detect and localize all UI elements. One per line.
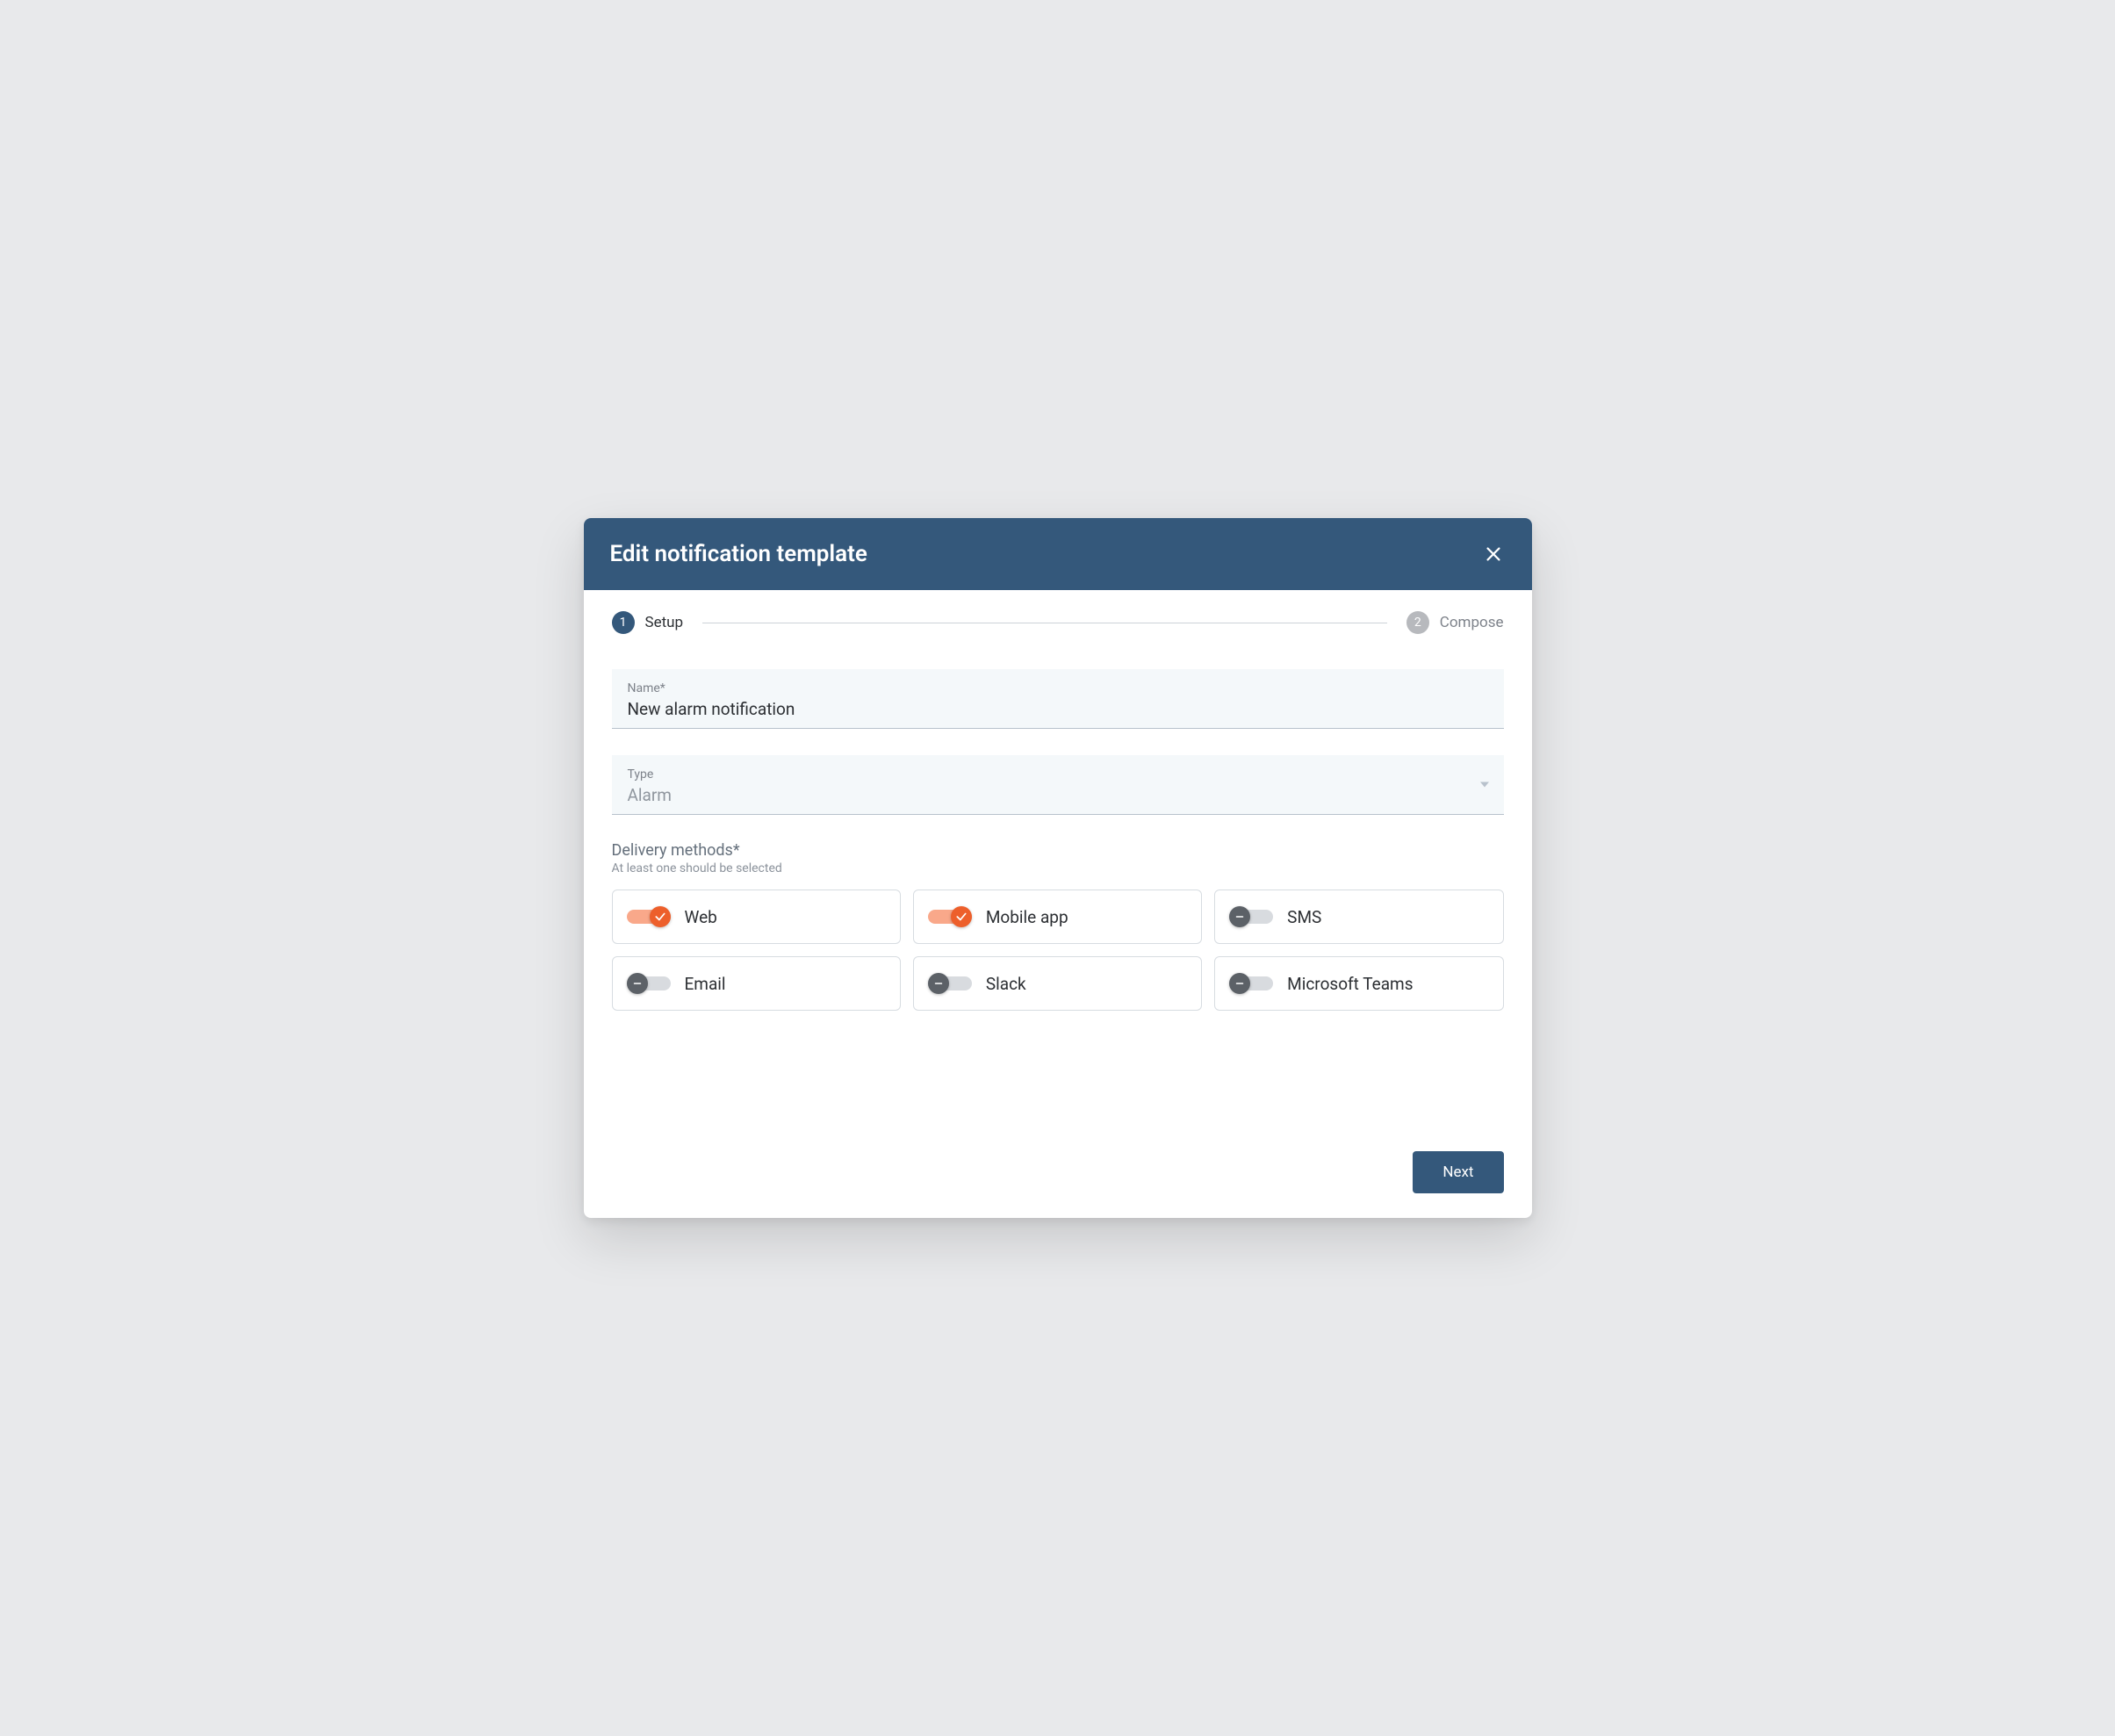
delivery-method-label: SMS — [1287, 907, 1321, 927]
next-button[interactable]: Next — [1413, 1151, 1503, 1193]
delivery-method-label: Email — [685, 974, 726, 994]
minus-icon — [632, 978, 643, 989]
check-icon — [955, 911, 968, 923]
toggle-slack[interactable] — [928, 973, 972, 994]
step-label: Setup — [645, 614, 684, 631]
type-value: Alarm — [628, 785, 1488, 805]
dialog-header: Edit notification template — [584, 518, 1532, 590]
delivery-method-label: Microsoft Teams — [1287, 974, 1413, 994]
delivery-method-mobile-app[interactable]: Mobile app — [913, 890, 1202, 944]
type-field[interactable]: Type Alarm — [612, 755, 1504, 815]
dialog-footer: Next — [584, 1135, 1532, 1218]
delivery-method-label: Slack — [986, 974, 1026, 994]
minus-icon — [1234, 911, 1245, 922]
step-compose[interactable]: 2 Compose — [1406, 611, 1504, 634]
delivery-methods-hint: At least one should be selected — [612, 861, 1504, 875]
toggle-web[interactable] — [627, 906, 671, 927]
dialog-body: 1 Setup 2 Compose Name* Type Alarm Deliv… — [584, 590, 1532, 1135]
minus-icon — [1234, 978, 1245, 989]
toggle-microsoft-teams[interactable] — [1229, 973, 1273, 994]
delivery-method-label: Web — [685, 907, 717, 927]
dialog-title: Edit notification template — [610, 541, 867, 567]
type-label: Type — [628, 767, 1488, 782]
step-setup[interactable]: 1 Setup — [612, 611, 684, 634]
minus-icon — [933, 978, 944, 989]
delivery-method-microsoft-teams[interactable]: Microsoft Teams — [1214, 956, 1503, 1011]
toggle-mobile-app[interactable] — [928, 906, 972, 927]
name-label: Name* — [628, 681, 1488, 695]
close-button[interactable] — [1481, 542, 1506, 566]
step-label: Compose — [1440, 614, 1504, 631]
delivery-method-label: Mobile app — [986, 907, 1068, 927]
delivery-method-email[interactable]: Email — [612, 956, 901, 1011]
toggle-email[interactable] — [627, 973, 671, 994]
chevron-down-icon — [1479, 776, 1490, 793]
toggle-sms[interactable] — [1229, 906, 1273, 927]
delivery-method-slack[interactable]: Slack — [913, 956, 1202, 1011]
delivery-methods-grid: Web Mobile app SMS — [612, 890, 1504, 1011]
step-number: 2 — [1406, 611, 1429, 634]
stepper: 1 Setup 2 Compose — [612, 611, 1504, 634]
name-input[interactable] — [628, 699, 1488, 719]
delivery-methods-title: Delivery methods* — [612, 841, 1504, 860]
close-icon — [1484, 544, 1503, 564]
name-field[interactable]: Name* — [612, 669, 1504, 729]
check-icon — [654, 911, 666, 923]
delivery-method-sms[interactable]: SMS — [1214, 890, 1503, 944]
step-number: 1 — [612, 611, 635, 634]
delivery-method-web[interactable]: Web — [612, 890, 901, 944]
edit-notification-template-dialog: Edit notification template 1 Setup 2 Com… — [584, 518, 1532, 1218]
